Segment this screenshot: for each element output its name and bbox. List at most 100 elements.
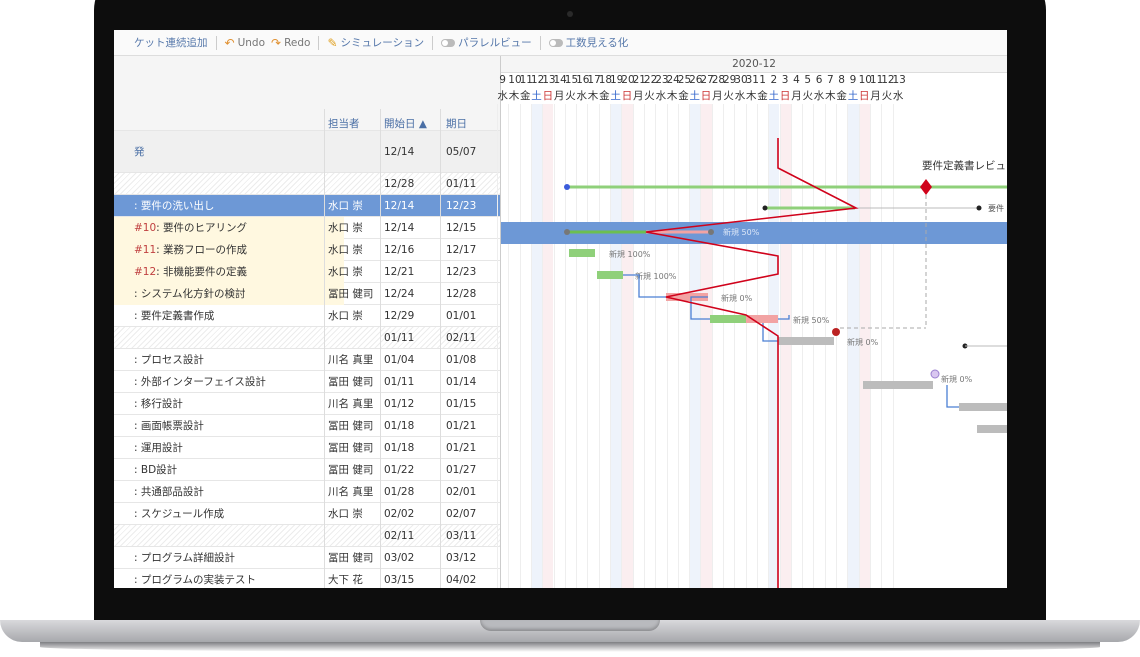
task-row[interactable]: : プロセス設計 川名 真里 01/04 01/08 <box>114 349 501 371</box>
task-bar[interactable] <box>863 381 933 389</box>
day-cell: 28 <box>711 74 726 86</box>
undo-button[interactable]: ↶ Undo <box>225 36 266 50</box>
task-bar[interactable] <box>977 425 1007 433</box>
task-subject[interactable]: : プロセス設計 <box>114 349 344 371</box>
weekday-cell: 火 <box>565 90 576 102</box>
task-subject[interactable]: : 要件の洗い出し <box>114 195 344 217</box>
task-bar[interactable] <box>959 403 1007 411</box>
task-row[interactable]: : 移行設計 川名 真里 01/12 01/15 <box>114 393 501 415</box>
task-owner: 冨田 健司 <box>328 376 374 388</box>
task-start-date: 12/14 <box>384 200 415 212</box>
ticket-number[interactable]: #12 <box>134 266 156 278</box>
day-cell: 19 <box>610 74 624 86</box>
dependency-arrow[interactable] <box>778 315 790 320</box>
task-bar[interactable] <box>569 249 595 257</box>
task-subject[interactable]: : 外部インターフェイス設計 <box>114 371 344 393</box>
task-row[interactable]: #10: 要件のヒアリング 水口 崇 12/14 12/15 <box>114 217 501 239</box>
task-row[interactable]: 02/11 03/11 <box>114 525 501 547</box>
task-row[interactable]: : 共通部品設計 川名 真里 01/28 02/01 <box>114 481 501 503</box>
task-row[interactable]: : 画面帳票設計 冨田 健司 01/18 01/21 <box>114 415 501 437</box>
simulation-button[interactable]: ✎ シミュレーション <box>327 35 424 50</box>
task-bar[interactable] <box>710 315 746 323</box>
weekday-cell: 月 <box>712 90 723 102</box>
task-subject[interactable]: : 画面帳票設計 <box>114 415 344 437</box>
parallel-view-toggle[interactable]: パラレルビュー <box>441 35 532 50</box>
task-subject[interactable]: : 共通部品設計 <box>114 481 344 503</box>
task-subject[interactable]: : BD設計 <box>114 459 344 481</box>
task-row[interactable]: : システム化方針の検討 冨田 健司 12/24 12/28 <box>114 283 501 305</box>
task-title: : プログラムの実装テスト <box>134 574 257 586</box>
task-bar-marker[interactable] <box>708 229 714 235</box>
task-row[interactable]: : プログラム詳細設計 冨田 健司 03/02 03/12 <box>114 547 501 569</box>
workload-view-toggle[interactable]: 工数見える化 <box>548 35 628 50</box>
task-row[interactable]: #12: 非機能要件の定義 水口 崇 12/21 12/23 <box>114 261 501 283</box>
task-subject[interactable]: : 移行設計 <box>114 393 344 415</box>
task-title: : スケジュール作成 <box>134 508 225 520</box>
task-title: : 移行設計 <box>134 398 183 410</box>
redo-button[interactable]: ↷ Redo <box>271 36 310 50</box>
task-subject[interactable]: : 要件定義書作成 <box>114 305 344 327</box>
task-subject[interactable]: : 運用設計 <box>114 437 344 459</box>
task-row[interactable]: : 要件の洗い出し 水口 崇 12/14 12/23 <box>114 195 501 217</box>
task-start-date: 02/02 <box>384 508 415 520</box>
day-cell: 12 <box>530 74 545 86</box>
task-subject[interactable]: 発 <box>114 131 344 173</box>
summary-marker[interactable] <box>976 205 982 211</box>
task-row[interactable] <box>114 109 501 131</box>
task-owner: 冨田 健司 <box>328 552 374 564</box>
milestone-marker-icon[interactable] <box>930 369 940 379</box>
task-title: : プログラム詳細設計 <box>134 552 236 564</box>
task-subject[interactable]: #10: 要件のヒアリング <box>114 217 344 239</box>
task-row[interactable]: : 要件定義書作成 水口 崇 12/29 01/01 <box>114 305 501 327</box>
milestone-marker-icon[interactable] <box>832 328 840 336</box>
weekday-cell: 水 <box>813 90 825 102</box>
ticket-add-button[interactable]: ケット連続追加 <box>134 35 208 50</box>
task-start-date: 03/02 <box>384 552 415 564</box>
task-row[interactable]: : プログラムの実装テスト 大下 花 03/15 04/02 <box>114 569 501 588</box>
task-due-date: 01/01 <box>446 310 477 322</box>
day-cell: 15 <box>564 74 579 86</box>
day-cell: 22 <box>643 74 658 86</box>
dependency-arrow[interactable] <box>946 385 959 408</box>
task-row[interactable]: 発 12/14 05/07 <box>114 131 501 173</box>
task-row[interactable]: : BD設計 冨田 健司 01/22 01/27 <box>114 459 501 481</box>
day-cell: 9 <box>499 74 506 86</box>
ticket-number[interactable]: #10 <box>134 222 156 234</box>
task-owner: 川名 真里 <box>328 398 374 410</box>
task-subject[interactable]: #12: 非機能要件の定義 <box>114 261 344 283</box>
task-due-date: 12/28 <box>446 288 477 300</box>
milestone-diamond-icon[interactable] <box>920 179 932 195</box>
task-row[interactable]: 12/28 01/11 <box>114 173 501 195</box>
task-start-date: 12/16 <box>384 244 415 256</box>
task-title: : 外部インターフェイス設計 <box>134 376 266 388</box>
progress-line[interactable] <box>645 138 859 588</box>
task-bar-marker[interactable] <box>564 229 570 235</box>
task-row[interactable]: #11: 業務フローの作成 水口 崇 12/16 12/17 <box>114 239 501 261</box>
task-start-date: 12/14 <box>384 146 415 158</box>
task-row[interactable]: 01/11 02/11 <box>114 327 501 349</box>
task-subject[interactable]: : システム化方針の検討 <box>114 283 344 305</box>
weekday-cell: 木 <box>666 90 678 102</box>
task-row[interactable]: : スケジュール作成 水口 崇 02/02 02/07 <box>114 503 501 525</box>
weekday-cell: 月 <box>791 90 802 102</box>
task-start-date: 12/24 <box>384 288 415 300</box>
task-start-date: 01/12 <box>384 398 415 410</box>
weekday-cell: 金 <box>519 90 531 102</box>
day-cell: 26 <box>689 74 703 86</box>
task-row[interactable]: : 運用設計 冨田 健司 01/18 01/21 <box>114 437 501 459</box>
ticket-number[interactable]: #11 <box>134 244 156 256</box>
day-cell: 6 <box>815 74 823 86</box>
task-subject[interactable]: : プログラム詳細設計 <box>114 547 344 569</box>
task-row[interactable]: : 外部インターフェイス設計 冨田 健司 01/11 01/14 <box>114 371 501 393</box>
task-subject[interactable]: #11: 業務フローの作成 <box>114 239 344 261</box>
task-bar[interactable] <box>597 271 623 279</box>
day-cell: 13 <box>542 74 556 86</box>
summary-start-marker[interactable] <box>564 184 570 190</box>
progress-label: 新規 0% <box>847 337 879 347</box>
pencil-icon: ✎ <box>327 35 338 50</box>
task-bar[interactable] <box>778 337 834 345</box>
task-subject[interactable]: : プログラムの実装テスト <box>114 569 344 588</box>
task-subject[interactable]: : スケジュール作成 <box>114 503 344 525</box>
gantt-chart: 2020-12 9 10 11 12 13 14 15 16 17 18 19 20 21 22 23 24 2… <box>497 56 1007 588</box>
summary-marker[interactable] <box>762 205 768 211</box>
